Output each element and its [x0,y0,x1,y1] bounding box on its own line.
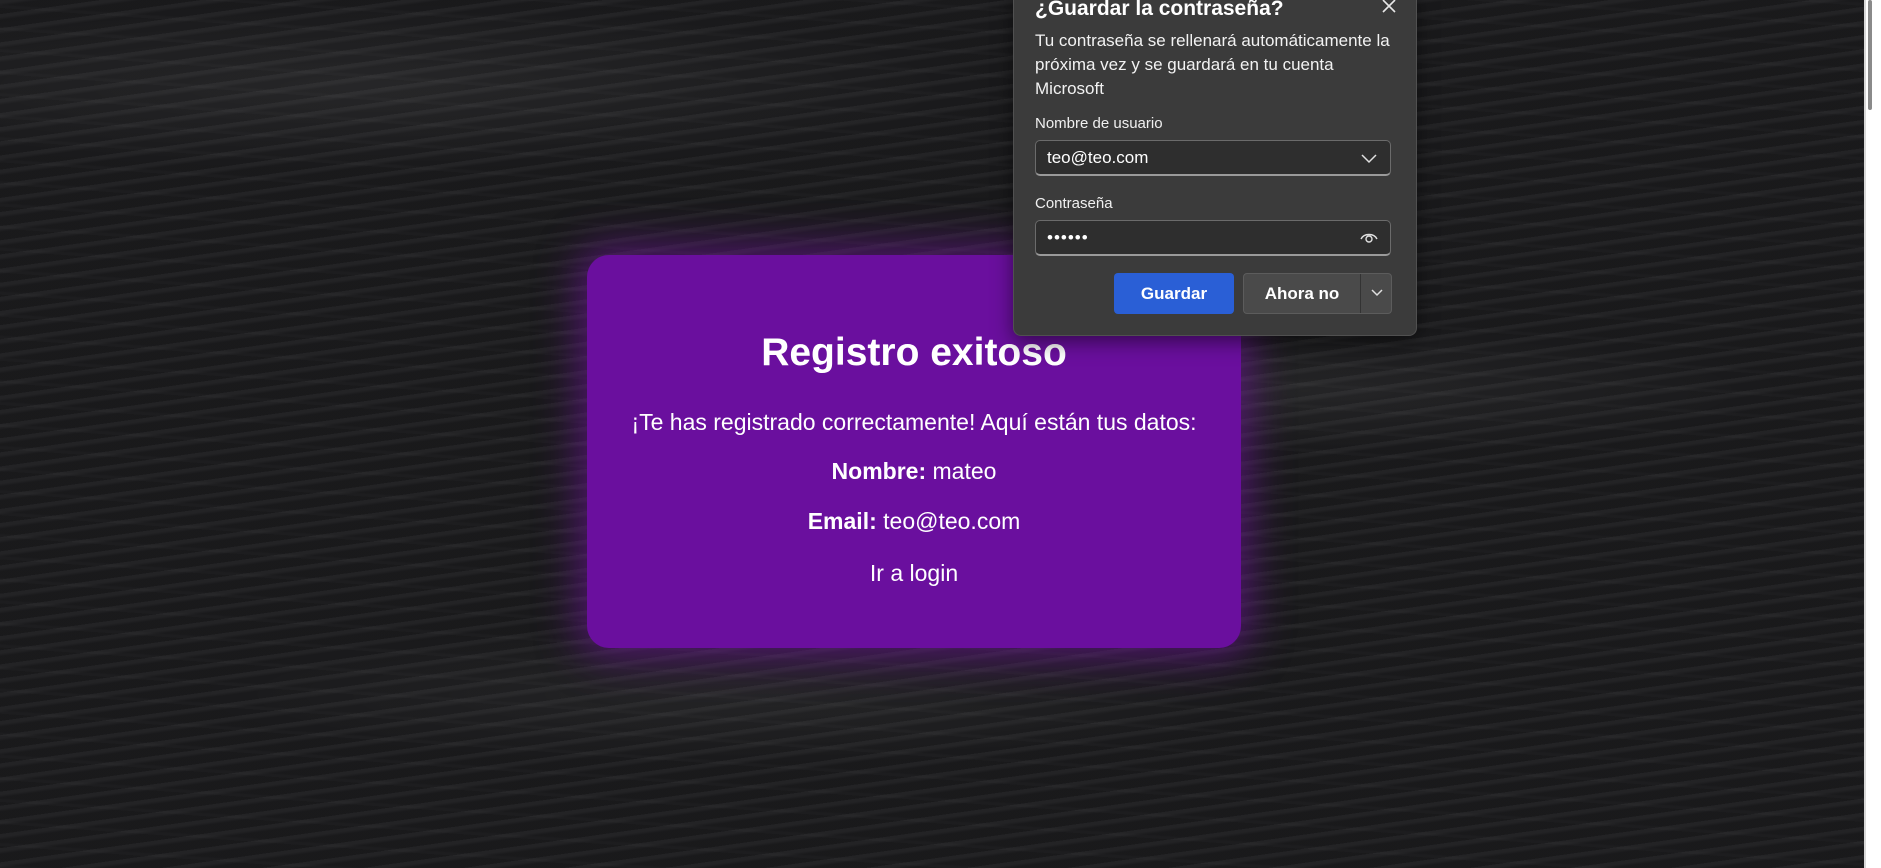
card-title: Registro exitoso [761,331,1067,374]
save-button[interactable]: Guardar [1114,273,1234,314]
username-label: Nombre de usuario [1035,115,1163,132]
username-value: teo@teo.com [1047,148,1149,167]
popup-description: Tu contraseña se rellenará automáticamen… [1035,31,1390,98]
close-icon[interactable] [1378,0,1400,17]
success-message: ¡Te has registrado correctamente! Aquí e… [631,409,1197,435]
not-now-button[interactable]: Ahora no [1244,274,1361,313]
password-field[interactable]: •••••• [1035,220,1391,256]
scrollbar-thumb[interactable] [1868,0,1872,110]
vertical-scrollbar[interactable] [1864,0,1881,868]
eye-icon[interactable] [1360,230,1378,246]
name-label: Nombre: [831,458,927,484]
email-label: Email: [807,508,877,534]
email-row: Email: teo@teo.com [587,508,1241,535]
not-now-dropdown-button[interactable] [1362,274,1391,313]
chevron-down-icon [1370,289,1383,297]
page-background: Registro exitoso ¡Te has registrado corr… [0,0,1864,868]
chevron-down-icon[interactable] [1360,150,1378,166]
login-link[interactable]: Ir a login [870,560,958,586]
password-label: Contraseña [1035,195,1113,212]
not-now-button-group: Ahora no [1243,273,1392,314]
popup-title: ¿Guardar la contraseña? [1035,0,1284,20]
username-field[interactable]: teo@teo.com [1035,140,1391,176]
login-link-row: Ir a login [587,560,1241,587]
email-value: teo@teo.com [883,508,1021,534]
name-row: Nombre: mateo [587,458,1241,485]
password-value: •••••• [1047,228,1089,247]
save-password-popup: ¿Guardar la contraseña? Tu contraseña se… [1013,0,1417,336]
name-value: mateo [932,458,997,484]
scrollbar-edge [1864,0,1866,868]
